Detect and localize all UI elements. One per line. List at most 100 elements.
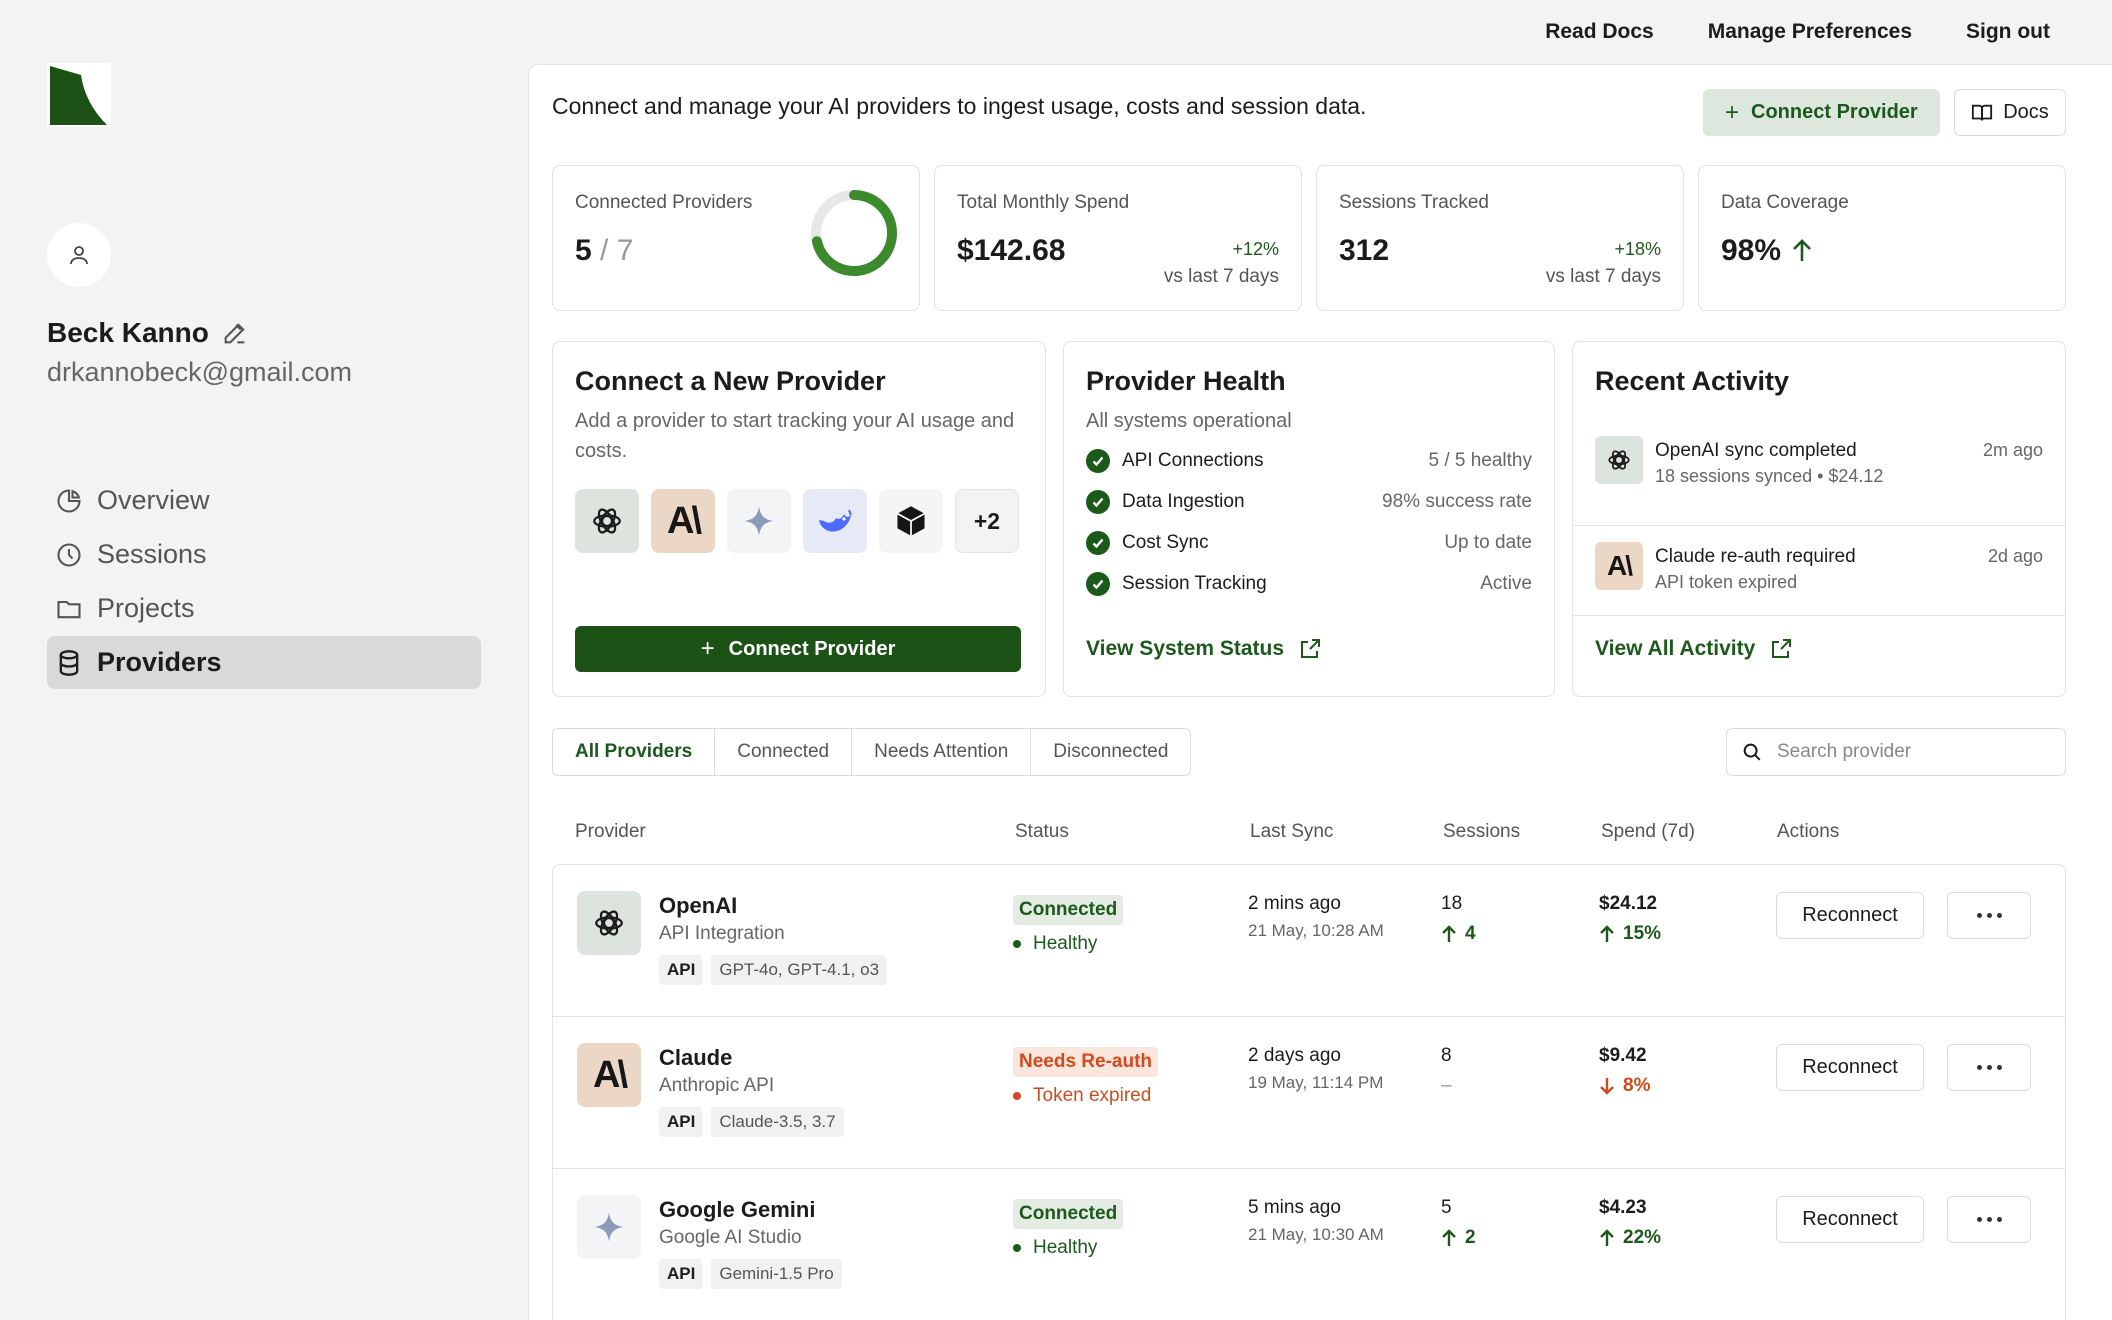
reconnect-button[interactable]: Reconnect xyxy=(1776,892,1924,939)
api-tag: API xyxy=(659,1259,704,1289)
connected-donut-chart xyxy=(811,190,897,276)
search-input[interactable] xyxy=(1777,741,2037,763)
health-value: Active xyxy=(1480,573,1532,594)
plus-icon: + xyxy=(1725,98,1740,126)
status-text: Healthy xyxy=(1033,1237,1098,1258)
more-providers-button[interactable]: +2 xyxy=(955,489,1019,553)
arrow-up-icon xyxy=(1442,925,1456,942)
card-title: Connect a New Provider xyxy=(575,366,886,396)
health-label: Cost Sync xyxy=(1122,532,1209,553)
arrow-up-icon xyxy=(1600,925,1614,942)
cube-logo-icon[interactable] xyxy=(879,489,943,553)
search-icon xyxy=(1743,743,1761,761)
provider-name: Google Gemini xyxy=(659,1197,816,1222)
edit-icon[interactable] xyxy=(221,319,249,347)
last-sync: 2 mins ago xyxy=(1248,893,1341,914)
sidebar-item-projects[interactable]: Projects xyxy=(47,582,481,635)
last-sync-date: 21 May, 10:30 AM xyxy=(1248,1225,1384,1244)
status-badge: Connected xyxy=(1013,1199,1124,1229)
more-providers-count: +2 xyxy=(973,507,1001,534)
search-box xyxy=(1726,728,2066,776)
health-row: Data Ingestion 98% success rate xyxy=(1086,487,1532,517)
tab-disconnected[interactable]: Disconnected xyxy=(1031,729,1190,775)
sidebar-item-sessions[interactable]: Sessions xyxy=(47,528,481,581)
health-row: Cost Sync Up to date xyxy=(1086,528,1532,558)
database-icon xyxy=(59,649,79,676)
sidebar-item-providers[interactable]: Providers xyxy=(47,636,481,689)
clock-icon xyxy=(57,542,81,567)
anthropic-logo-icon: A\ xyxy=(577,1043,641,1107)
activity-item[interactable]: OpenAI sync completed 18 sessions synced… xyxy=(1573,436,2065,526)
spend-delta: 22% xyxy=(1599,1227,1661,1249)
user-email: drkannobeck@gmail.com xyxy=(47,357,353,387)
more-options-button[interactable] xyxy=(1947,892,2031,939)
tab-all-providers[interactable]: All Providers xyxy=(553,729,716,775)
column-header-spend: Spend (7d) xyxy=(1601,821,1696,842)
provider-name: Claude xyxy=(659,1045,733,1070)
connect-provider-label: Connect Provider xyxy=(1751,101,1918,123)
view-all-activity-link[interactable]: View All Activity xyxy=(1595,637,1793,661)
stat-data-coverage: Data Coverage 98% xyxy=(1698,165,2066,311)
connect-provider-button[interactable]: + Connect Provider xyxy=(1703,89,1940,136)
reconnect-button[interactable]: Reconnect xyxy=(1776,1196,1924,1243)
activity-time: 2m ago xyxy=(1982,440,2043,460)
docs-button[interactable]: Docs xyxy=(1954,89,2066,136)
stat-total-monthly-spend: Total Monthly Spend $142.68 +12% vs last… xyxy=(934,165,1302,311)
health-value: 5 / 5 healthy xyxy=(1428,450,1532,471)
view-system-status-link[interactable]: View System Status xyxy=(1086,637,1322,661)
table-row: OpenAI API Integration API GPT-4o, GPT-4… xyxy=(553,865,2065,1017)
user-name: Beck Kanno xyxy=(47,317,209,348)
health-row: API Connections 5 / 5 healthy xyxy=(1086,446,1532,476)
avatar[interactable] xyxy=(47,223,111,287)
openai-logo-icon xyxy=(577,891,641,955)
total-count: / 7 xyxy=(600,234,634,267)
book-icon xyxy=(1972,104,1993,121)
external-link-icon xyxy=(1301,639,1321,658)
activity-time: 2d ago xyxy=(1987,546,2043,566)
sidebar-item-label: Providers xyxy=(97,647,222,677)
models-tag: Claude-3.5, 3.7 xyxy=(711,1107,844,1137)
stat-change: +18% vs last 7 days xyxy=(1546,236,1661,290)
gemini-logo-icon[interactable] xyxy=(727,489,791,553)
status-detail: Healthy xyxy=(1013,933,1097,955)
column-header-status: Status xyxy=(1015,821,1069,842)
link-label: View All Activity xyxy=(1595,637,1756,660)
sessions-delta: – xyxy=(1441,1075,1452,1096)
folder-icon xyxy=(57,600,81,618)
stat-label: Connected Providers xyxy=(575,192,753,213)
tab-needs-attention[interactable]: Needs Attention xyxy=(852,729,1032,775)
health-value: Up to date xyxy=(1444,532,1532,553)
activity-item[interactable]: A\ Claude re-auth required API token exp… xyxy=(1573,526,2065,616)
spend-delta: 15% xyxy=(1599,923,1661,945)
deepseek-logo-icon[interactable] xyxy=(803,489,867,553)
user-icon xyxy=(70,246,88,265)
tab-connected[interactable]: Connected xyxy=(715,729,853,775)
spend-delta: 8% xyxy=(1599,1075,1650,1097)
anthropic-logo-icon: A\ xyxy=(1595,542,1643,590)
provider-tags: API Claude-3.5, 3.7 xyxy=(659,1107,844,1137)
sign-out-link[interactable]: Sign out xyxy=(1966,20,2050,44)
provider-filter-tabs: All Providers Connected Needs Attention … xyxy=(552,728,1192,776)
docs-label: Docs xyxy=(2003,101,2049,123)
spend-value: $4.23 xyxy=(1599,1197,1647,1218)
openai-logo-icon[interactable] xyxy=(575,489,639,553)
sidebar-item-overview[interactable]: Overview xyxy=(47,474,481,527)
recent-activity-card: Recent Activity OpenAI sync completed 18… xyxy=(1572,341,2066,697)
provider-tags: API Gemini-1.5 Pro xyxy=(659,1259,842,1289)
column-header-provider: Provider xyxy=(575,821,646,842)
reconnect-button[interactable]: Reconnect xyxy=(1776,1044,1924,1091)
app-logo[interactable] xyxy=(47,63,111,127)
anthropic-logo-icon[interactable]: A\ xyxy=(651,489,715,553)
read-docs-link[interactable]: Read Docs xyxy=(1545,20,1654,44)
connect-provider-main-button[interactable]: + Connect Provider xyxy=(575,626,1021,672)
health-row: Session Tracking Active xyxy=(1086,569,1532,599)
more-options-button[interactable] xyxy=(1947,1196,2031,1243)
stat-change-pct: +18% xyxy=(1614,239,1661,259)
providers-table: OpenAI API Integration API GPT-4o, GPT-4… xyxy=(552,864,2066,1320)
pie-chart-icon xyxy=(57,488,81,513)
manage-preferences-link[interactable]: Manage Preferences xyxy=(1708,20,1912,44)
more-options-button[interactable] xyxy=(1947,1044,2031,1091)
sidebar-item-label: Overview xyxy=(97,485,210,515)
main-panel: Connect and manage your AI providers to … xyxy=(528,64,2112,1320)
openai-logo-icon xyxy=(1595,436,1643,484)
